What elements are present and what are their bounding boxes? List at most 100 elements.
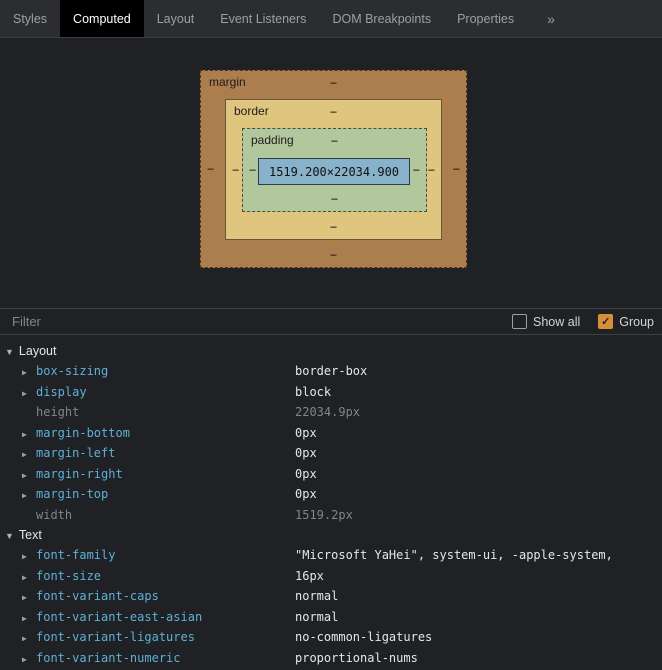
group-header-layout[interactable]: Layout — [0, 341, 662, 361]
property-name: width — [36, 508, 72, 522]
tab-event-listeners[interactable]: Event Listeners — [207, 0, 319, 37]
property-row-width[interactable]: width 1519.2px — [0, 505, 662, 526]
box-model-padding[interactable]: padding − − − − 1519.200×22034.900 — [242, 128, 427, 212]
filter-input[interactable] — [12, 314, 232, 329]
property-value: normal — [295, 610, 338, 624]
box-model-content[interactable]: 1519.200×22034.900 — [258, 158, 410, 185]
expand-arrow-icon[interactable] — [22, 487, 36, 501]
show-all-checkbox-box[interactable] — [512, 314, 527, 329]
show-all-checkbox[interactable]: Show all — [512, 314, 580, 329]
expand-arrow-icon[interactable] — [22, 426, 36, 440]
collapse-triangle-icon[interactable] — [5, 528, 14, 542]
property-name: margin-left — [36, 446, 115, 460]
property-value: 0px — [295, 487, 317, 501]
expand-arrow-icon[interactable] — [22, 467, 36, 481]
padding-bottom-value[interactable]: − — [331, 193, 338, 205]
property-name: margin-right — [36, 467, 123, 481]
property-row-font-size[interactable]: font-size 16px — [0, 566, 662, 587]
property-name: font-variant-ligatures — [36, 630, 195, 644]
computed-properties-list: Layout box-sizing border-box display blo… — [0, 335, 662, 668]
group-checkbox-box[interactable] — [598, 314, 613, 329]
property-name: height — [36, 405, 79, 419]
tab-layout[interactable]: Layout — [144, 0, 208, 37]
expand-arrow-icon[interactable] — [22, 385, 36, 399]
property-row-display[interactable]: display block — [0, 382, 662, 403]
show-all-label: Show all — [533, 315, 580, 329]
group-label: Text — [19, 528, 42, 542]
property-value: normal — [295, 589, 338, 603]
property-value: 1519.2px — [295, 508, 353, 522]
collapse-triangle-icon[interactable] — [5, 344, 14, 358]
content-size-value: 1519.200×22034.900 — [269, 165, 399, 179]
box-model-border[interactable]: border − − − − padding − − − − 1519.200×… — [225, 99, 442, 240]
tab-dom-breakpoints[interactable]: DOM Breakpoints — [319, 0, 444, 37]
property-row-font-variant-east-asian[interactable]: font-variant-east-asian normal — [0, 607, 662, 628]
expand-arrow-icon[interactable] — [22, 569, 36, 583]
padding-label: padding — [251, 133, 294, 147]
property-name: font-variant-east-asian — [36, 610, 202, 624]
property-name: margin-top — [36, 487, 108, 501]
group-header-text[interactable]: Text — [0, 525, 662, 545]
property-row-margin-top[interactable]: margin-top 0px — [0, 484, 662, 505]
property-row-font-variant-caps[interactable]: font-variant-caps normal — [0, 586, 662, 607]
property-name: margin-bottom — [36, 426, 130, 440]
property-value: 0px — [295, 446, 317, 460]
margin-top-value[interactable]: − — [330, 77, 337, 89]
box-model-diagram: margin − − − − border − − − − padding − … — [0, 38, 662, 308]
expand-arrow-icon[interactable] — [22, 446, 36, 460]
expand-arrow-icon[interactable] — [22, 364, 36, 378]
property-name: display — [36, 385, 87, 399]
border-label: border — [234, 104, 269, 118]
property-name: font-variant-numeric — [36, 651, 181, 665]
property-value: border-box — [295, 364, 367, 378]
property-value: proportional-nums — [295, 651, 418, 665]
property-value: 0px — [295, 467, 317, 481]
margin-bottom-value[interactable]: − — [330, 249, 337, 261]
expand-arrow-icon[interactable] — [22, 548, 36, 562]
property-row-font-family[interactable]: font-family "Microsoft YaHei", system-ui… — [0, 545, 662, 566]
property-value: 0px — [295, 426, 317, 440]
filter-toolbar: Show all Group — [0, 308, 662, 335]
expand-arrow-icon[interactable] — [22, 651, 36, 665]
expand-arrow-icon[interactable] — [22, 589, 36, 603]
tab-styles[interactable]: Styles — [0, 0, 60, 37]
tab-properties[interactable]: Properties — [444, 0, 527, 37]
property-value: block — [295, 385, 331, 399]
expand-arrow-icon[interactable] — [22, 630, 36, 644]
property-row-font-variant-ligatures[interactable]: font-variant-ligatures no-common-ligatur… — [0, 627, 662, 648]
group-checkbox[interactable]: Group — [598, 314, 654, 329]
expand-arrow-icon[interactable] — [22, 610, 36, 624]
devtools-computed-panel: { "tabs": [ { "label": "Styles", "active… — [0, 0, 662, 670]
property-row-margin-right[interactable]: margin-right 0px — [0, 464, 662, 485]
group-label: Group — [619, 315, 654, 329]
property-row-margin-left[interactable]: margin-left 0px — [0, 443, 662, 464]
margin-left-value[interactable]: − — [207, 163, 214, 175]
padding-top-value[interactable]: − — [331, 135, 338, 147]
property-row-font-variant-numeric[interactable]: font-variant-numeric proportional-nums — [0, 648, 662, 669]
property-name: font-size — [36, 569, 101, 583]
margin-label: margin — [209, 75, 246, 89]
property-value: no-common-ligatures — [295, 630, 432, 644]
property-row-margin-bottom[interactable]: margin-bottom 0px — [0, 423, 662, 444]
property-name: font-family — [36, 548, 115, 562]
padding-left-value[interactable]: − — [249, 164, 256, 176]
border-right-value[interactable]: − — [428, 164, 435, 176]
border-bottom-value[interactable]: − — [330, 221, 337, 233]
border-left-value[interactable]: − — [232, 164, 239, 176]
box-model-margin[interactable]: margin − − − − border − − − − padding − … — [200, 70, 467, 268]
property-row-box-sizing[interactable]: box-sizing border-box — [0, 361, 662, 382]
property-value: 22034.9px — [295, 405, 360, 419]
filter-options: Show all Group — [512, 314, 654, 329]
more-tabs-icon[interactable]: » — [539, 0, 563, 37]
devtools-tabbar: Styles Computed Layout Event Listeners D… — [0, 0, 662, 38]
property-row-height[interactable]: height 22034.9px — [0, 402, 662, 423]
property-value: 16px — [295, 569, 324, 583]
border-top-value[interactable]: − — [330, 106, 337, 118]
margin-right-value[interactable]: − — [453, 163, 460, 175]
group-label: Layout — [19, 344, 57, 358]
property-name: font-variant-caps — [36, 589, 159, 603]
padding-right-value[interactable]: − — [413, 164, 420, 176]
property-value: "Microsoft YaHei", system-ui, -apple-sys… — [295, 548, 613, 562]
tab-computed[interactable]: Computed — [60, 0, 144, 37]
property-name: box-sizing — [36, 364, 108, 378]
